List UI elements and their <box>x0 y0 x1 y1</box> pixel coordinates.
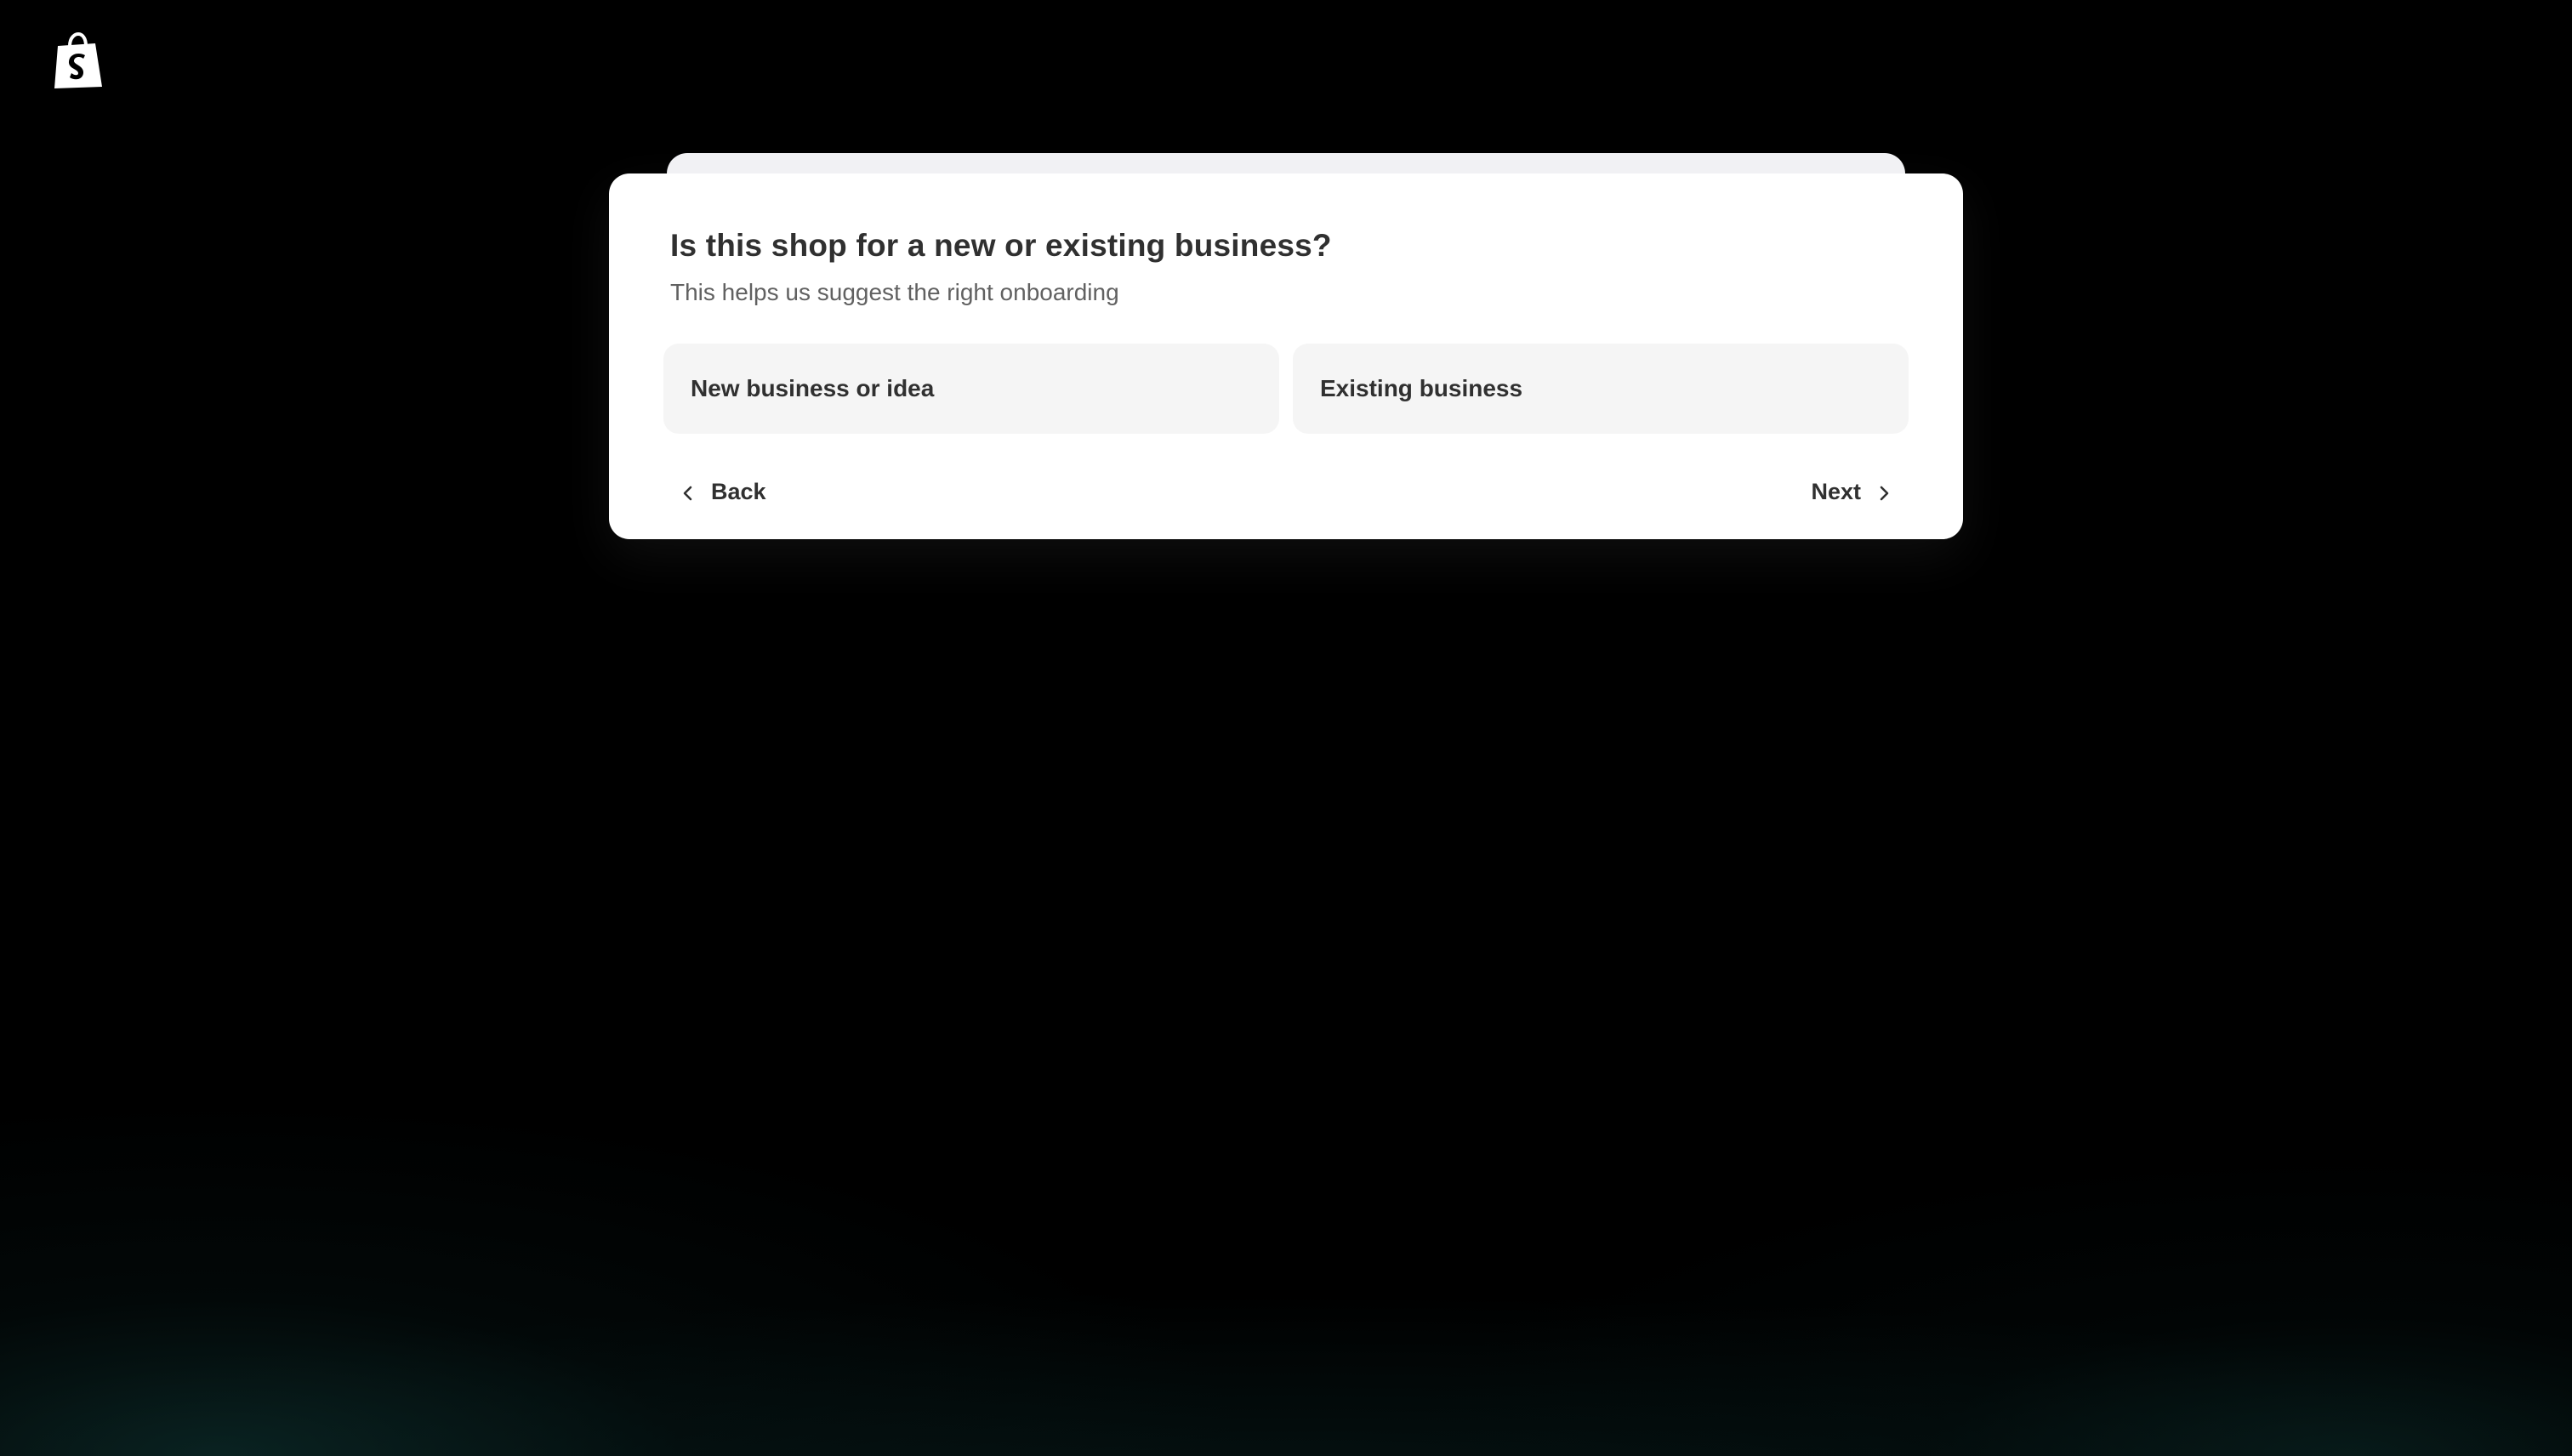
chevron-right-icon <box>1875 482 1893 501</box>
next-label: Next <box>1811 478 1861 504</box>
option-existing-business[interactable]: Existing business <box>1293 344 1909 434</box>
option-new-business[interactable]: New business or idea <box>663 344 1279 434</box>
chevron-left-icon <box>679 482 697 501</box>
question-subtitle: This helps us suggest the right onboardi… <box>670 279 1119 305</box>
onboarding-card: Is this shop for a new or existing busin… <box>609 173 1963 539</box>
question-title: Is this shop for a new or existing busin… <box>670 228 1332 263</box>
shopify-logo-icon <box>53 31 104 90</box>
next-button[interactable]: Next <box>1811 468 1893 515</box>
option-label: New business or idea <box>691 375 935 401</box>
back-button[interactable]: Back <box>679 468 766 515</box>
back-label: Back <box>711 478 766 504</box>
option-label: Existing business <box>1320 375 1523 401</box>
